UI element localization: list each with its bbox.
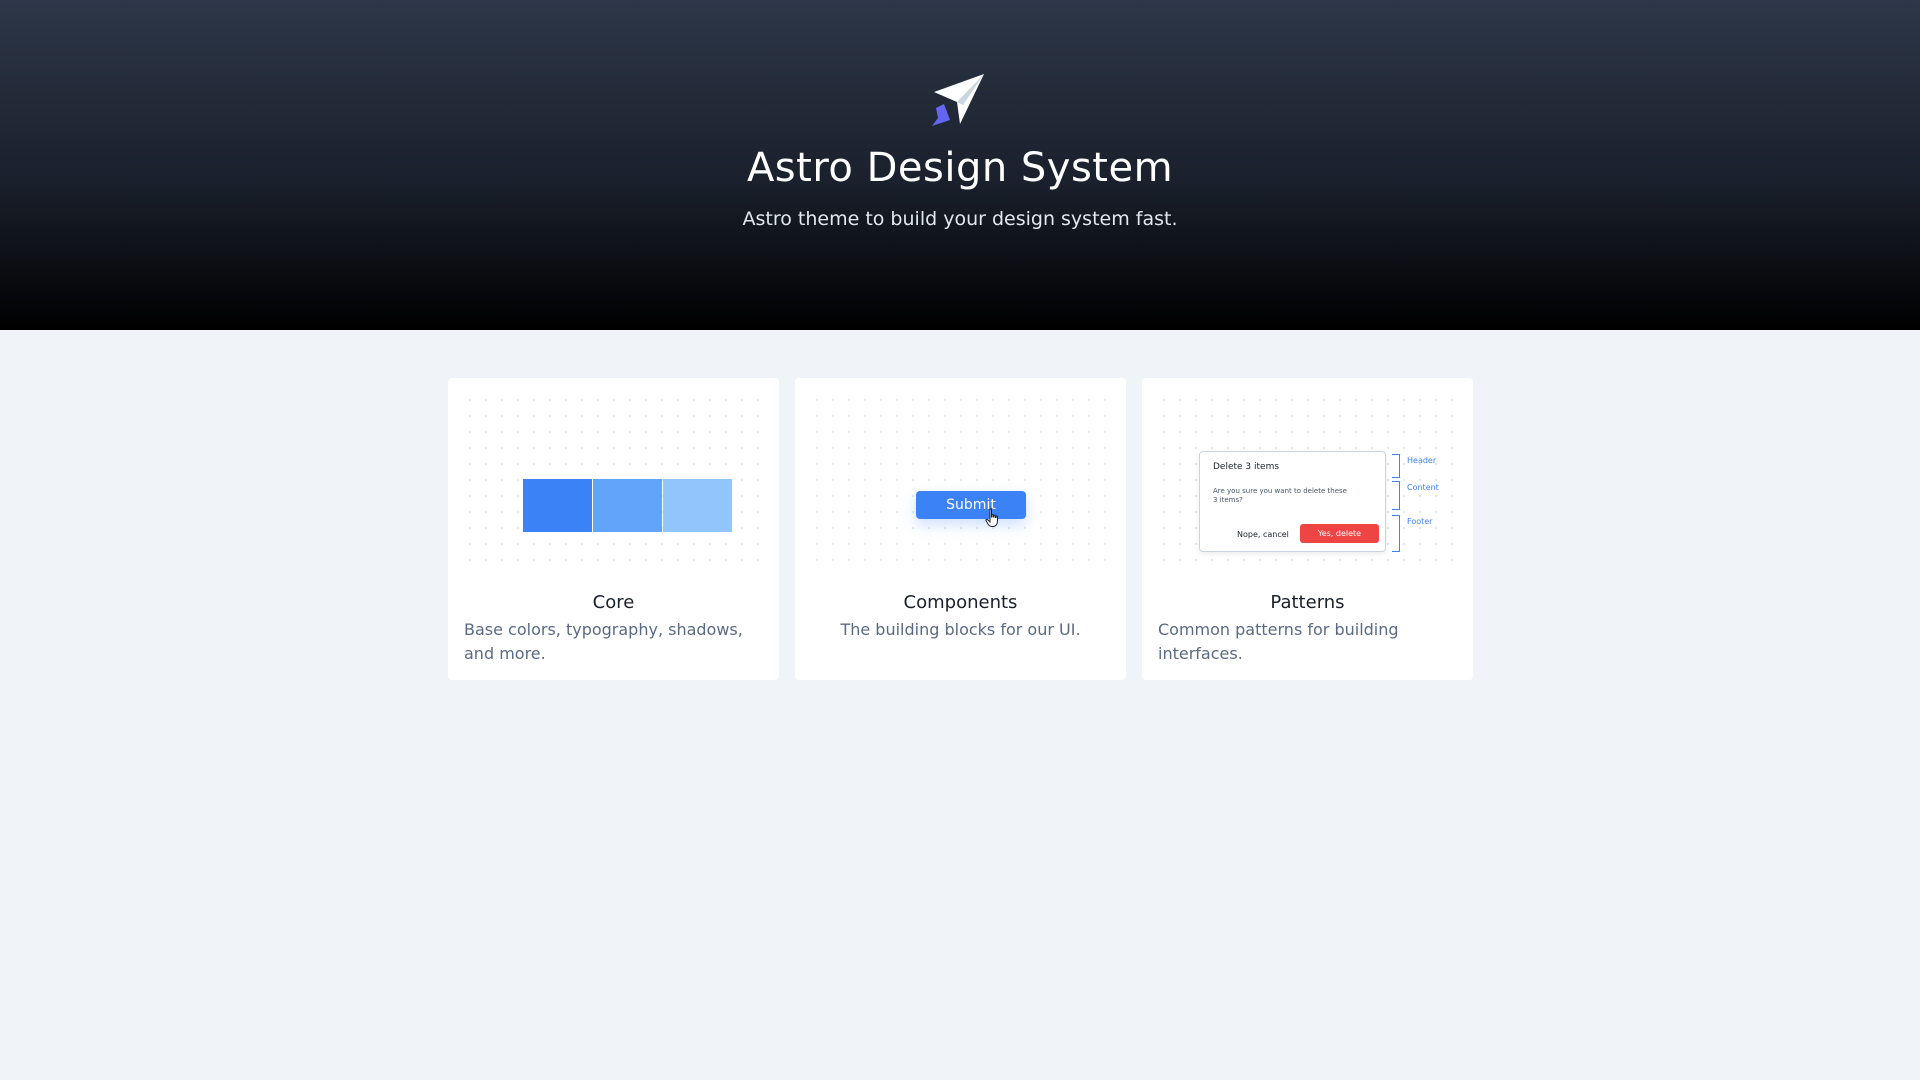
dialog-confirm-button: Yes, delete (1300, 524, 1379, 543)
card-description: The building blocks for our UI. (840, 620, 1081, 639)
hero-banner: Astro Design System Astro theme to build… (0, 0, 1920, 330)
header-bracket (1392, 454, 1400, 478)
dialog-title: Delete 3 items (1213, 462, 1280, 472)
color-swatch (523, 479, 592, 532)
category-cards: Core Base colors, typography, shadows, a… (448, 378, 1473, 680)
components-preview: Submit (809, 392, 1112, 574)
card-title: Core (592, 592, 635, 613)
patterns-preview: Delete 3 items Are you sure you want to … (1156, 392, 1459, 574)
dialog-body: Are you sure you want to delete these 3 … (1213, 487, 1347, 504)
color-swatch (593, 479, 662, 532)
core-card[interactable]: Core Base colors, typography, shadows, a… (448, 378, 779, 680)
core-preview (462, 392, 765, 574)
page-subtitle: Astro theme to build your design system … (742, 208, 1178, 230)
components-card[interactable]: Submit Components The building blocks fo… (795, 378, 1126, 680)
content-bracket (1392, 481, 1400, 510)
card-description: Base colors, typography, shadows, and mo… (464, 620, 743, 663)
card-title: Components (903, 592, 1018, 613)
card-title: Patterns (1270, 592, 1345, 613)
color-swatch (663, 479, 732, 532)
dialog-cancel-button: Nope, cancel (1237, 530, 1289, 539)
patterns-card[interactable]: Delete 3 items Are you sure you want to … (1142, 378, 1473, 680)
annotation-label: Footer (1407, 517, 1433, 526)
annotation-label: Content (1407, 483, 1439, 492)
page-title: Astro Design System (746, 145, 1174, 191)
submit-button-preview: Submit (916, 491, 1026, 519)
footer-bracket (1392, 515, 1400, 552)
dialog-preview: Delete 3 items Are you sure you want to … (1199, 451, 1386, 552)
paper-plane-logo-icon (932, 74, 984, 126)
hand-pointer-icon (985, 508, 998, 527)
annotation-label: Header (1407, 456, 1437, 465)
card-description: Common patterns for building interfaces. (1158, 620, 1399, 663)
